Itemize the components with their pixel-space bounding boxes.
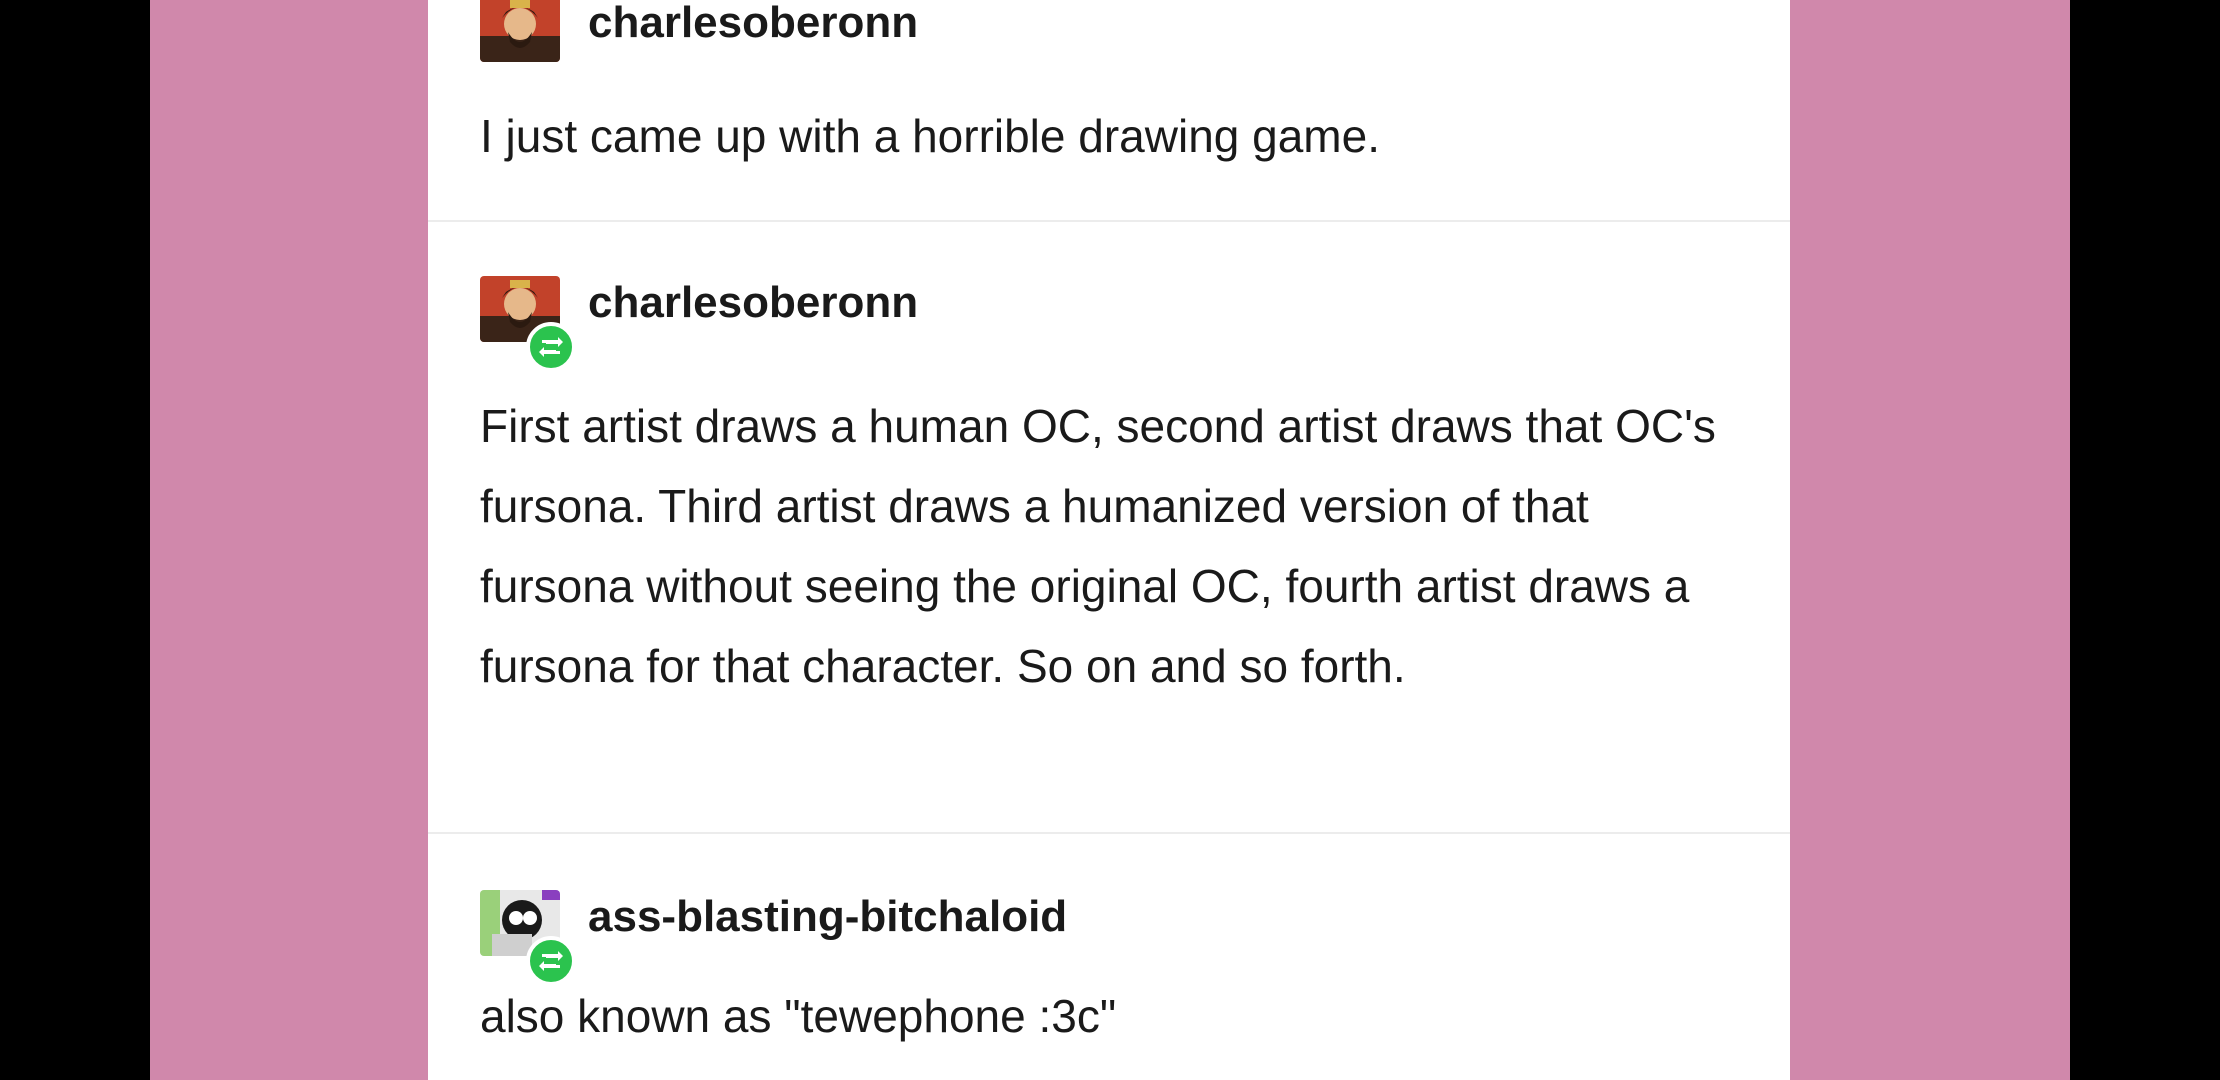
post-text: also known as "tewephone :3c" [480,990,1117,1042]
username[interactable]: charlesoberonn [588,278,918,328]
reblog-icon [526,322,576,372]
post-1: charlesoberonn I just came up with a hor… [428,0,1790,220]
avatar[interactable] [480,0,560,62]
username[interactable]: charlesoberonn [588,0,918,48]
username[interactable]: ass-blasting-bitchaloid [588,892,1067,942]
post-thread: charlesoberonn I just came up with a hor… [428,0,1790,1080]
post-3: ass-blasting-bitchaloid also known as "t… [428,834,1790,1080]
charlesoberonn-avatar-icon [480,0,560,62]
screen: charlesoberonn I just came up with a hor… [0,0,2220,1080]
post-text: I just came up with a horrible drawing g… [480,110,1380,162]
post-2: charlesoberonn First artist draws a huma… [428,222,1790,832]
post-text: First artist draws a human OC, second ar… [480,400,1716,692]
